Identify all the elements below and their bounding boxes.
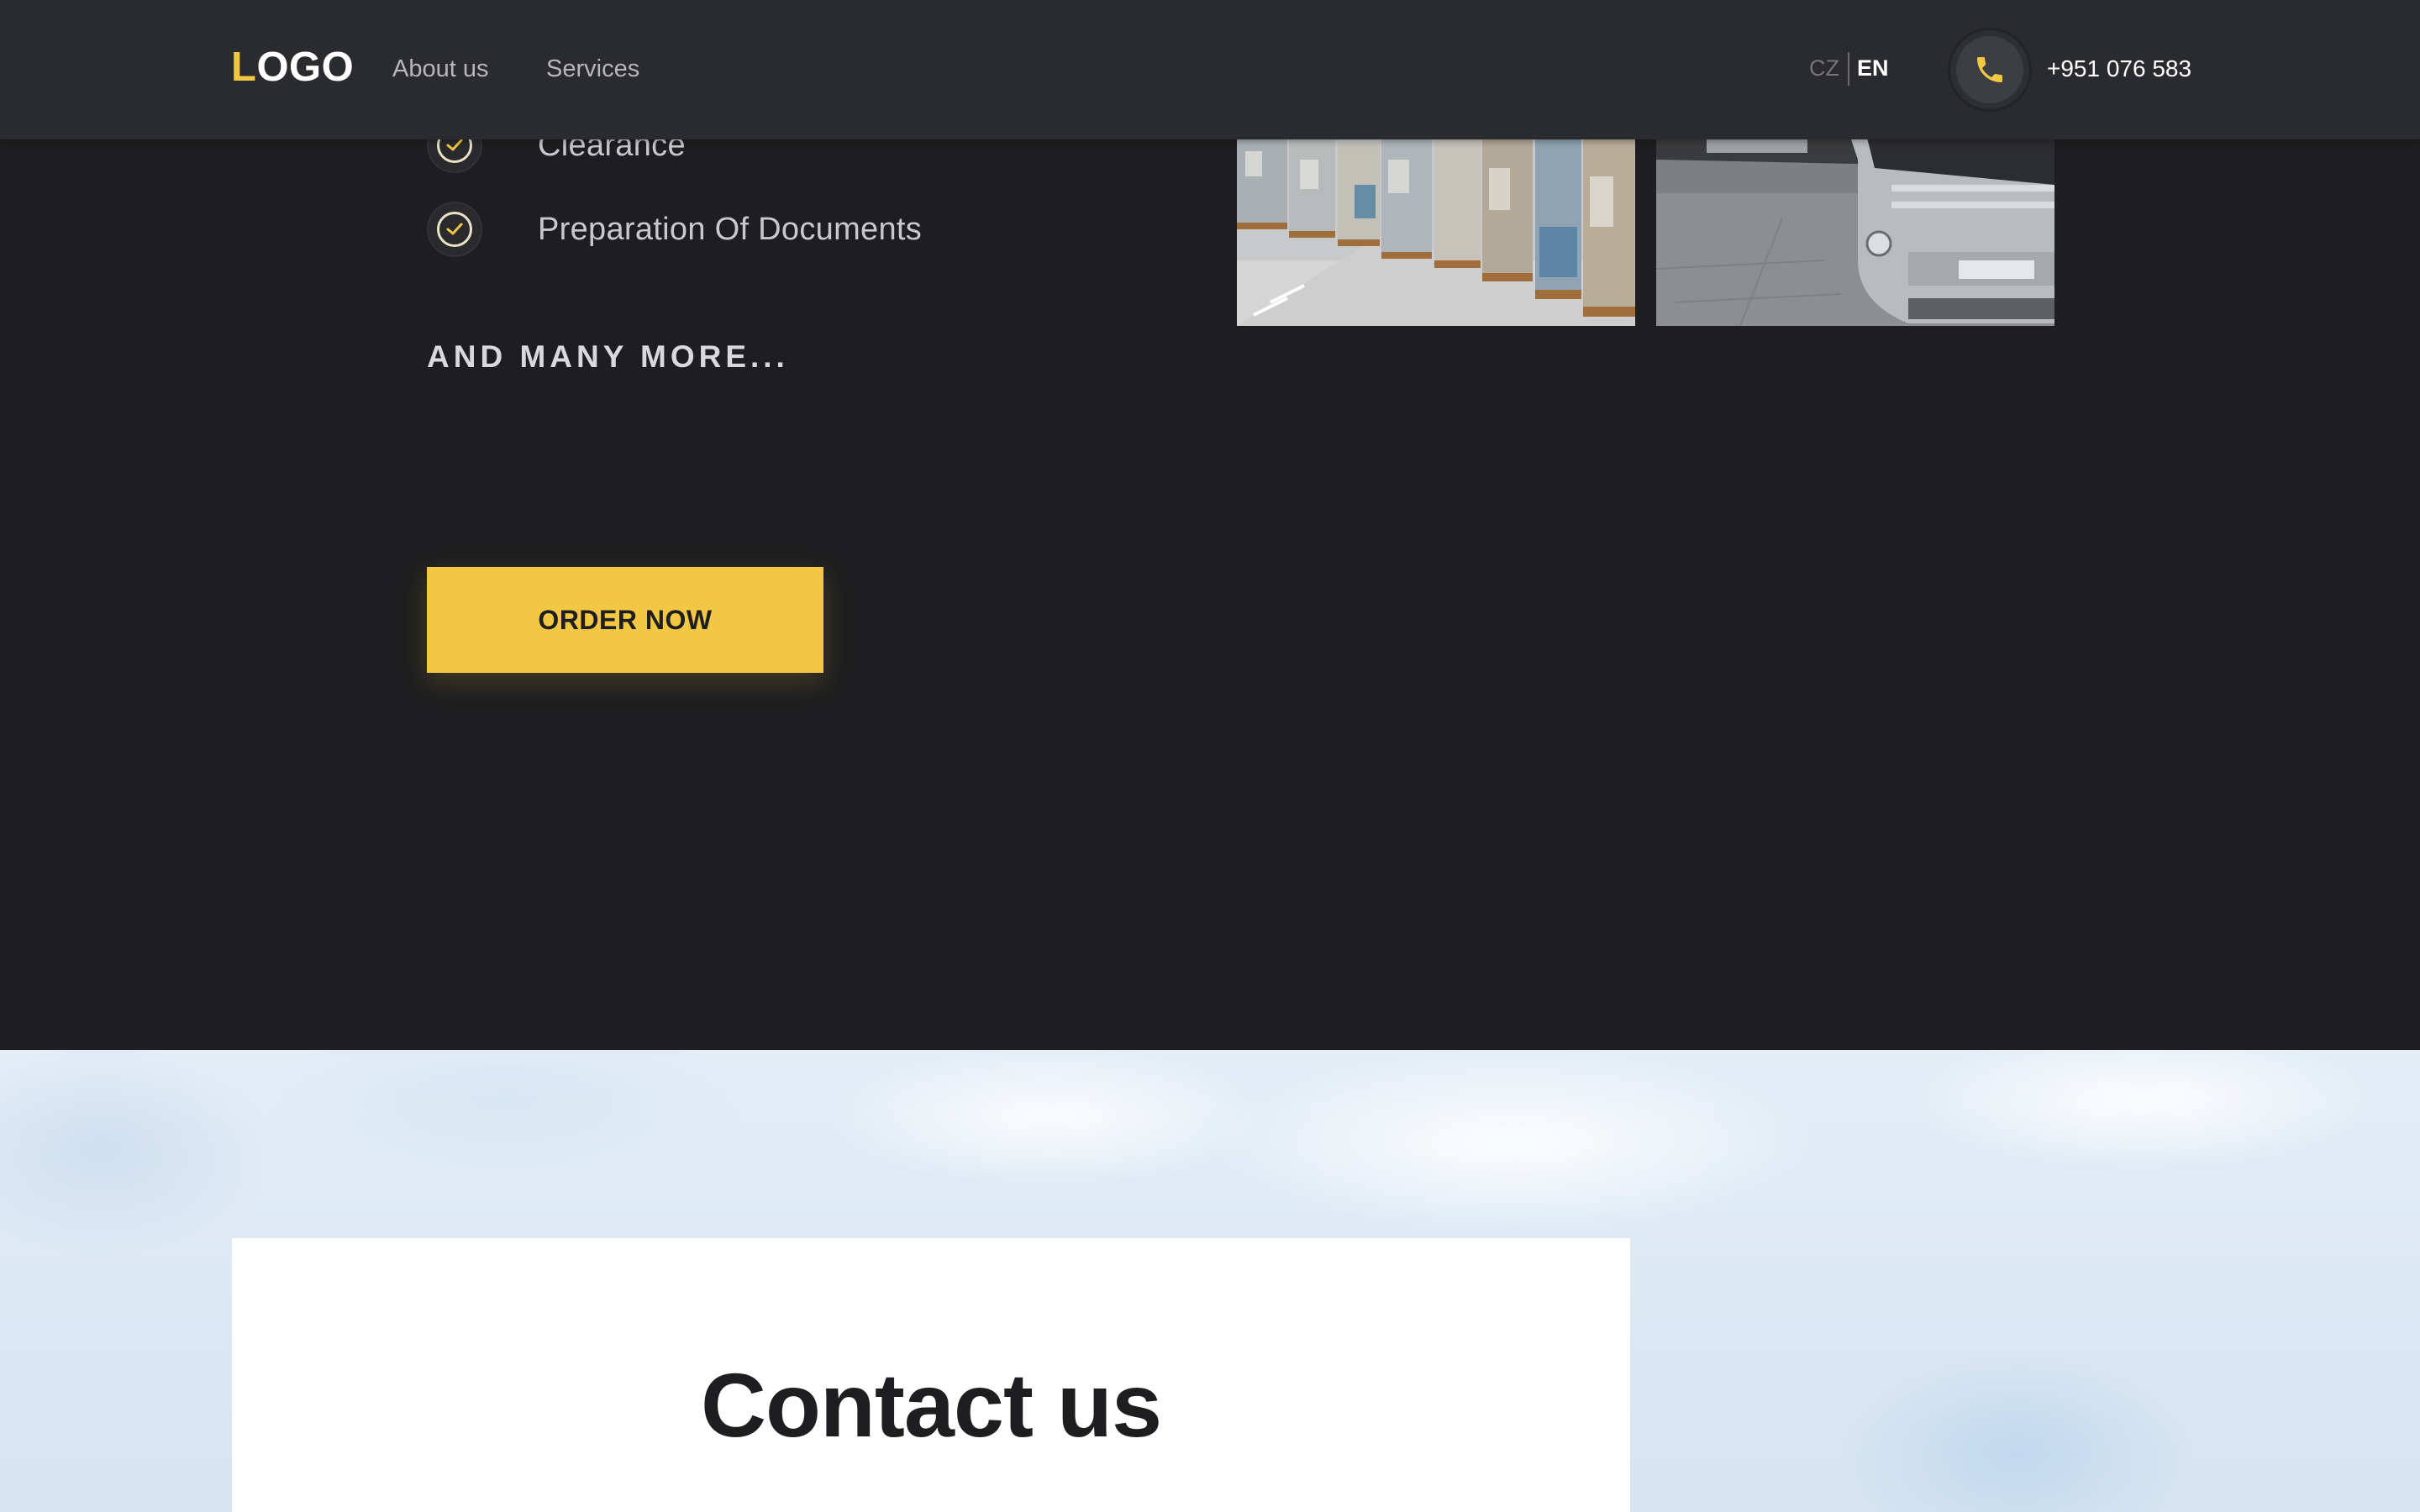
logo[interactable]: LOGO xyxy=(231,44,354,91)
warehouse-pallets-photo xyxy=(1237,134,1635,326)
lang-en[interactable]: EN xyxy=(1857,55,1889,81)
many-more-text: AND MANY MORE... xyxy=(427,339,789,374)
page: Clearance Preparation Of Documents AND M… xyxy=(0,0,2420,1512)
phone-button[interactable] xyxy=(1948,28,2032,112)
order-now-button[interactable]: ORDER NOW xyxy=(427,567,823,673)
services-section: Clearance Preparation Of Documents AND M… xyxy=(0,0,2420,1050)
lang-divider xyxy=(1848,52,1849,86)
lang-cz[interactable]: CZ xyxy=(1809,55,1839,81)
logo-rest: OGO xyxy=(256,45,355,90)
logo-first-letter: L xyxy=(231,45,257,90)
feature-label: Preparation Of Documents xyxy=(538,211,923,247)
phone-icon xyxy=(1977,57,2002,82)
contact-section: Contact us xyxy=(0,1050,2420,1512)
phone-number[interactable]: +951 076 583 xyxy=(2047,55,2191,82)
contact-card: Contact us xyxy=(232,1238,1630,1512)
truck-front-photo xyxy=(1656,134,2054,326)
nav-services[interactable]: Services xyxy=(546,55,639,83)
site-header: LOGO About us Services CZ EN +951 076 58… xyxy=(0,0,2420,139)
nav-about-us[interactable]: About us xyxy=(392,55,488,83)
contact-title: Contact us xyxy=(700,1354,1162,1456)
feature-item: Preparation Of Documents xyxy=(427,202,922,257)
check-circle-icon xyxy=(427,202,482,257)
